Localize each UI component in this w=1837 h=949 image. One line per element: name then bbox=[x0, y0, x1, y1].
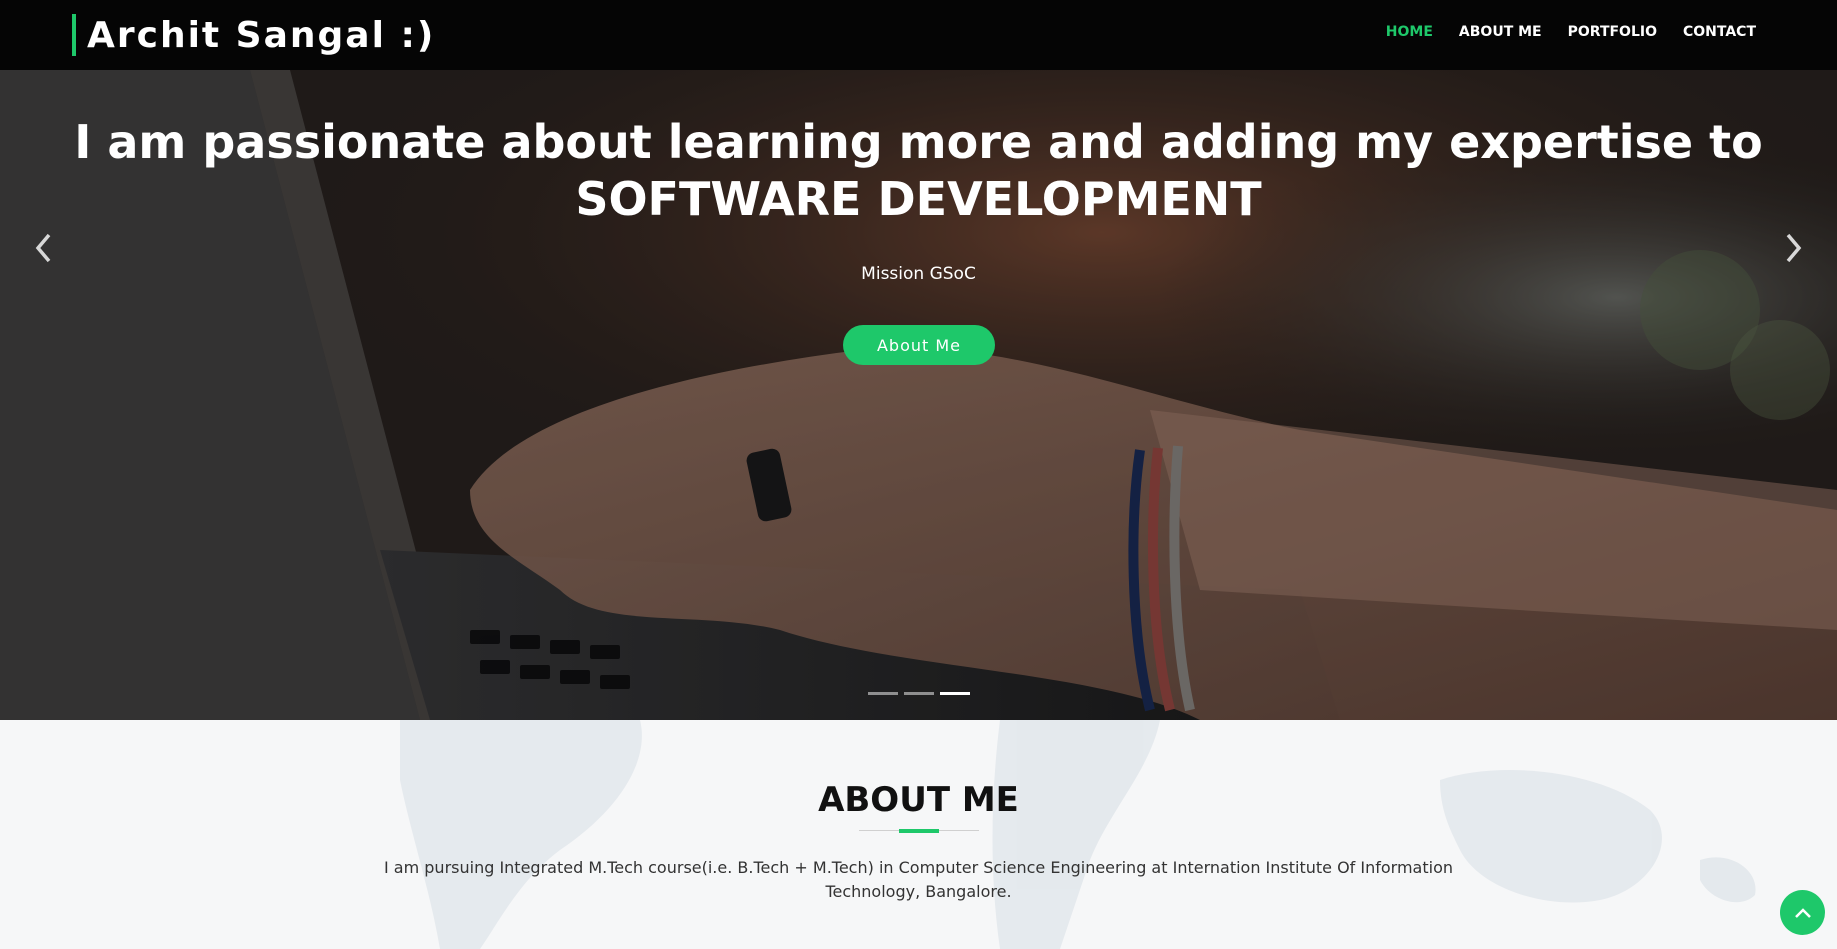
hero-carousel: I am passionate about learning more and … bbox=[0, 70, 1837, 720]
hero-heading-line1: I am passionate about learning more and … bbox=[74, 115, 1763, 169]
carousel-prev-button[interactable] bbox=[24, 228, 64, 268]
about-title-accent bbox=[899, 829, 939, 833]
navbar: Archit Sangal :) HOME ABOUT ME PORTFOLIO… bbox=[0, 0, 1837, 70]
carousel-indicator-1[interactable] bbox=[868, 692, 898, 695]
brand-accent-bar bbox=[72, 14, 76, 56]
world-map-background bbox=[400, 720, 1756, 949]
hero-subtitle: Mission GSoC bbox=[861, 264, 976, 284]
hero-heading: I am passionate about learning more and … bbox=[0, 114, 1837, 228]
carousel-next-button[interactable] bbox=[1773, 228, 1813, 268]
about-me-button[interactable]: About Me bbox=[843, 325, 995, 365]
hero-heading-line2: SOFTWARE DEVELOPMENT bbox=[575, 172, 1262, 226]
carousel-indicators bbox=[868, 692, 970, 695]
carousel-indicator-3[interactable] bbox=[940, 692, 970, 695]
about-description: I am pursuing Integrated M.Tech course(i… bbox=[383, 858, 1454, 901]
chevron-up-icon bbox=[1794, 907, 1811, 918]
nav-contact[interactable]: CONTACT bbox=[1683, 24, 1756, 40]
chevron-left-icon bbox=[35, 233, 51, 263]
nav-home[interactable]: HOME bbox=[1386, 24, 1433, 40]
brand-logo[interactable]: Archit Sangal :) bbox=[72, 14, 435, 56]
carousel-indicator-2[interactable] bbox=[904, 692, 934, 695]
brand-name: Archit Sangal :) bbox=[87, 14, 436, 56]
chevron-right-icon bbox=[1786, 233, 1802, 263]
nav-menu: HOME ABOUT ME PORTFOLIO CONTACT bbox=[1386, 0, 1756, 64]
nav-portfolio[interactable]: PORTFOLIO bbox=[1568, 24, 1657, 40]
about-section: ABOUT ME I am pursuing Integrated M.Tech… bbox=[0, 720, 1837, 949]
scroll-to-top-button[interactable] bbox=[1780, 890, 1825, 935]
about-title: ABOUT ME bbox=[818, 780, 1019, 820]
nav-about-me[interactable]: ABOUT ME bbox=[1459, 24, 1542, 40]
